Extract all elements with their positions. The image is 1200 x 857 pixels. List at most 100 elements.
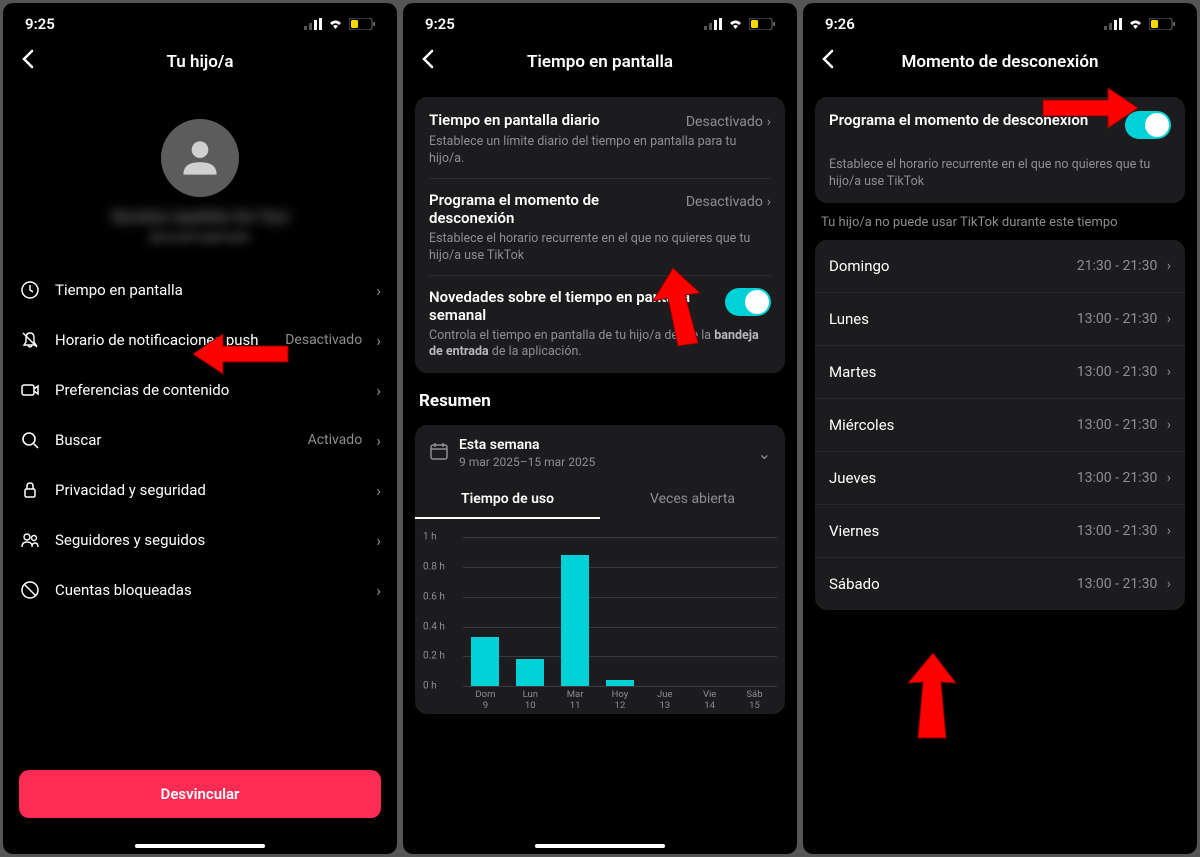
settings-row-video[interactable]: Preferencias de contenido› (3, 365, 397, 415)
day-time: 13:00 - 21:30 › (1077, 364, 1171, 380)
screen-1: 9:25 Tu hijo/a Nombre Apellido De Test @… (3, 3, 397, 854)
week-label: Esta semana (459, 437, 748, 453)
status-icons (1104, 18, 1175, 30)
day-name: Martes (829, 363, 876, 381)
chevron-down-icon: ⌄ (758, 444, 771, 463)
x-labels: Dom9Lun10Mar11Hoy12Jue13Vie14Sáb15 (463, 690, 777, 712)
screen-3: 9:26 Momento de desconexión Programa el … (803, 3, 1197, 854)
people-icon (19, 530, 41, 550)
bars-container (463, 537, 777, 686)
video-icon (19, 380, 41, 400)
row-desc: Controla el tiempo en pantalla de tu hij… (429, 328, 771, 362)
tab-usage-time[interactable]: Tiempo de uso (415, 481, 600, 519)
row-schedule-disconnect[interactable]: Programa el momento de desconexión Desac… (415, 179, 785, 275)
chevron-right-icon: › (1167, 576, 1171, 592)
summary-card: Esta semana 9 mar 2025–15 mar 2025 ⌄ Tie… (415, 425, 785, 714)
row-status: Desactivado (285, 332, 362, 348)
row-status: Activado (308, 432, 363, 448)
back-button[interactable] (17, 49, 39, 75)
wifi-icon (1127, 18, 1144, 30)
day-time: 13:00 - 21:30 › (1077, 523, 1171, 539)
y-axis-label: 0.4 h (423, 621, 445, 632)
chevron-right-icon: › (767, 194, 771, 210)
person-icon (175, 133, 225, 183)
row-desc: Establece el horario recurrente en el qu… (829, 157, 1171, 191)
row-label: Horario de notificaciones push (55, 331, 271, 349)
day-name: Lunes (829, 310, 869, 328)
profile-section: Nombre Apellido De Test @usuarioejemplo (3, 89, 397, 265)
back-button[interactable] (417, 49, 439, 75)
row-label: Tiempo en pantalla (55, 281, 362, 299)
usage-chart: 1 h0.8 h0.6 h0.4 h0.2 h0 hDom9Lun10Mar11… (415, 519, 785, 714)
row-title: Programa el momento de desconexión (829, 111, 1115, 129)
day-time: 21:30 - 21:30 › (1077, 258, 1171, 274)
battery-icon (349, 18, 375, 30)
day-row[interactable]: Jueves13:00 - 21:30 › (815, 452, 1185, 505)
schedule-note: Tu hijo/a no puede usar TikTok durante e… (803, 211, 1197, 240)
profile-name: Nombre Apellido De Test (3, 207, 397, 226)
bell-off-icon (19, 330, 41, 350)
signal-icon (304, 18, 322, 30)
settings-row-lock[interactable]: Privacidad y seguridad › (3, 465, 397, 515)
chevron-right-icon: › (1167, 364, 1171, 380)
schedule-card: Programa el momento de desconexión Estab… (815, 97, 1185, 203)
ban-icon (19, 580, 41, 600)
row-desc: Establece un límite diario del tiempo en… (429, 134, 771, 168)
chevron-right-icon: › (1167, 258, 1171, 274)
page-title: Tu hijo/a (3, 52, 397, 72)
wifi-icon (727, 18, 744, 30)
chevron-right-icon: › (376, 581, 381, 600)
day-row[interactable]: Miércoles 13:00 - 21:30 › (815, 399, 1185, 452)
nav-bar: Momento de desconexión (803, 39, 1197, 89)
row-label: Buscar (55, 431, 294, 449)
back-button[interactable] (817, 49, 839, 75)
settings-row-search[interactable]: Buscar Activado › (3, 415, 397, 465)
chevron-right-icon: › (376, 431, 381, 450)
day-name: Miércoles (829, 416, 894, 434)
day-row[interactable]: Sábado13:00 - 21:30 › (815, 558, 1185, 610)
toggle-schedule[interactable] (1125, 111, 1171, 139)
row-daily-limit[interactable]: Tiempo en pantalla diario Desactivado › … (415, 99, 785, 178)
home-indicator (135, 844, 265, 848)
week-header[interactable]: Esta semana 9 mar 2025–15 mar 2025 ⌄ (415, 425, 785, 481)
avatar[interactable] (161, 119, 239, 197)
x-axis-label: Hoy12 (604, 690, 636, 712)
day-time: 13:00 - 21:30 › (1077, 417, 1171, 433)
row-label: Cuentas bloqueadas (55, 581, 362, 599)
settings-row-people[interactable]: Seguidores y seguidos› (3, 515, 397, 565)
toggle-weekly-updates[interactable] (725, 288, 771, 316)
row-status: Desactivado (686, 194, 763, 210)
x-axis-label: Dom9 (469, 690, 501, 712)
status-time: 9:26 (825, 15, 855, 33)
status-bar: 9:25 (3, 3, 397, 39)
row-title: Tiempo en pantalla diario (429, 111, 676, 129)
settings-row-clock[interactable]: Tiempo en pantalla› (3, 265, 397, 315)
row-schedule-toggle: Programa el momento de desconexión Estab… (815, 99, 1185, 201)
search-icon (19, 430, 41, 450)
bar (606, 680, 634, 686)
settings-row-bell-off[interactable]: Horario de notificaciones push Desactivad… (3, 315, 397, 365)
annotation-arrow (898, 653, 958, 743)
settings-row-ban[interactable]: Cuentas bloqueadas › (3, 565, 397, 615)
status-bar: 9:26 (803, 3, 1197, 39)
x-axis-label: Vie14 (694, 690, 726, 712)
status-time: 9:25 (25, 15, 55, 33)
day-name: Domingo (829, 257, 889, 275)
settings-card: Tiempo en pantalla diario Desactivado › … (415, 97, 785, 373)
chevron-right-icon: › (376, 481, 381, 500)
row-title: Programa el momento de desconexión (429, 191, 676, 227)
row-label: Seguidores y seguidos (55, 531, 362, 549)
tab-times-opened[interactable]: Veces abierta (600, 481, 785, 519)
grid-line (463, 686, 777, 687)
chart-tabs: Tiempo de uso Veces abierta (415, 481, 785, 519)
day-row[interactable]: Lunes13:00 - 21:30 › (815, 293, 1185, 346)
chevron-right-icon: › (1167, 417, 1171, 433)
day-list: Domingo21:30 - 21:30 ›Lunes13:00 - 21:30… (815, 240, 1185, 610)
day-row[interactable]: Domingo 21:30 - 21:30 › (815, 240, 1185, 293)
row-label: Privacidad y seguridad (55, 481, 362, 499)
day-row[interactable]: Viernes13:00 - 21:30 › (815, 505, 1185, 558)
chevron-right-icon: › (376, 331, 381, 350)
row-weekly-updates[interactable]: Novedades sobre el tiempo en pantalla se… (415, 276, 785, 372)
unlink-button[interactable]: Desvincular (19, 770, 381, 818)
day-row[interactable]: Martes 13:00 - 21:30 › (815, 346, 1185, 399)
